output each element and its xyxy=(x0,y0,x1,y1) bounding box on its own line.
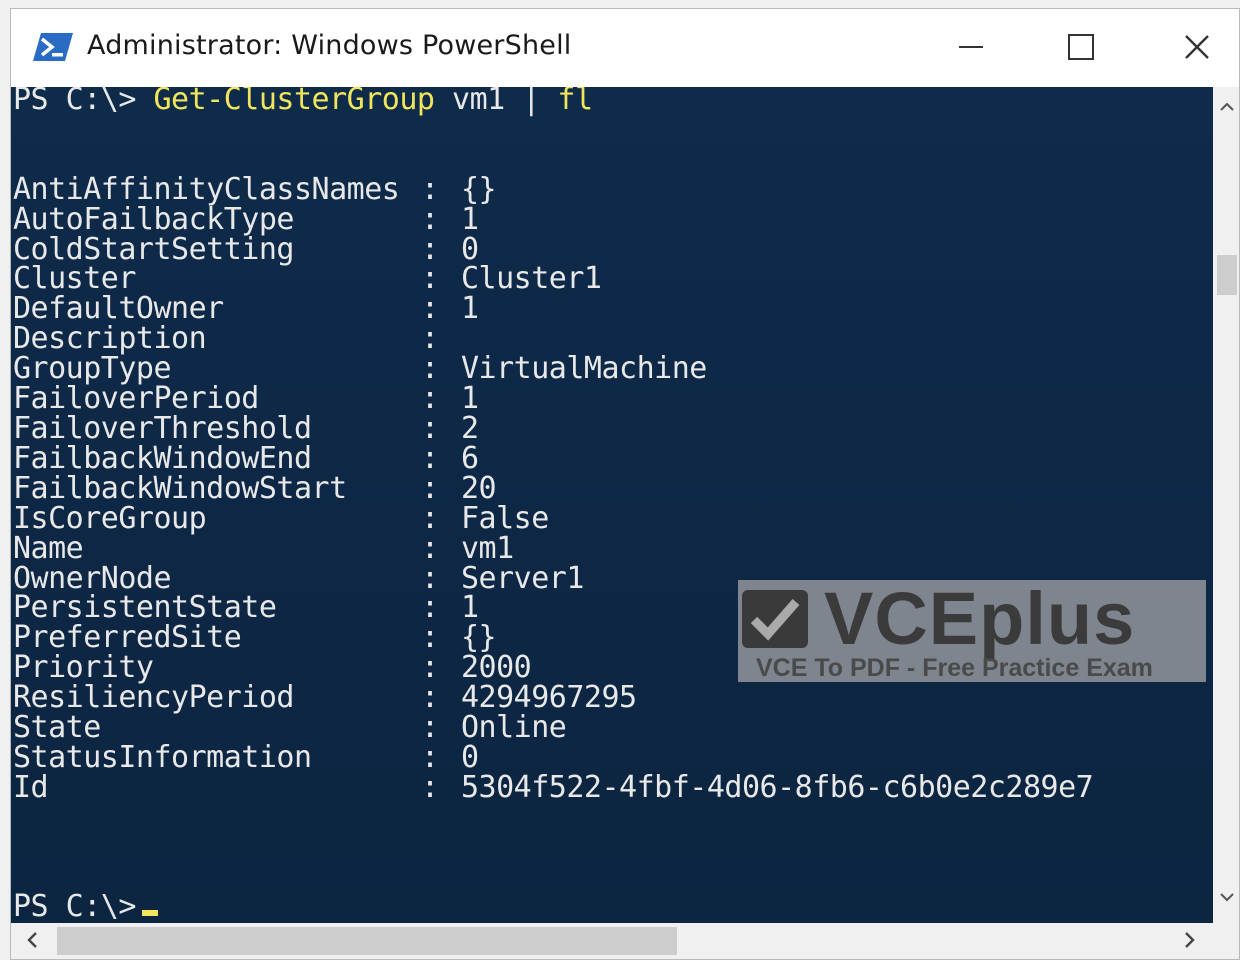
property-key: OwnerNode xyxy=(13,560,172,596)
close-button[interactable] xyxy=(1167,27,1227,67)
property-key: Cluster xyxy=(13,261,136,297)
property-separator: : xyxy=(421,470,439,506)
property-value: VirtualMachine xyxy=(461,351,707,387)
pipe-symbol: | xyxy=(522,87,540,117)
vertical-scroll-thumb[interactable] xyxy=(1217,255,1237,295)
property-separator: : xyxy=(421,769,439,805)
property-row: State: Online xyxy=(13,713,1093,743)
property-row: AntiAffinityClassNames:{} xyxy=(13,171,1093,207)
property-key: AntiAffinityClassNames xyxy=(13,171,400,207)
property-separator: : xyxy=(421,710,439,746)
property-key: ColdStartSetting xyxy=(13,231,294,267)
property-separator: : xyxy=(421,171,439,207)
property-key: FailoverPeriod xyxy=(13,381,259,417)
property-value: 1 xyxy=(461,291,479,327)
window-title: Administrator: Windows PowerShell xyxy=(87,30,572,61)
horizontal-scroll-thumb[interactable] xyxy=(57,927,677,955)
maximize-icon xyxy=(1068,34,1094,60)
powershell-window: Administrator: Windows PowerShell PS C:\… xyxy=(10,8,1240,960)
property-separator: : xyxy=(421,530,439,566)
console-output: PS C:\> Get-ClusterGroup vm1 | fl AntiAf… xyxy=(13,87,1094,922)
title-bar[interactable]: Administrator: Windows PowerShell xyxy=(11,9,1239,85)
chevron-down-icon[interactable] xyxy=(1219,891,1235,903)
watermark-tagline: VCE To PDF - Free Practice Exam xyxy=(756,654,1153,682)
property-value: Cluster1 xyxy=(461,261,602,297)
property-row: IsCoreGroup: False xyxy=(13,500,1093,536)
watermark: VCEplus VCE To PDF - Free Practice Exam xyxy=(738,577,1206,682)
property-key: ResiliencyPeriod xyxy=(13,680,294,716)
property-separator: : xyxy=(421,680,439,716)
property-separator: : xyxy=(421,620,439,656)
property-separator: : xyxy=(421,231,439,267)
property-value: 5304f522-4fbf-4d06-8fb6-c6b0e2c289e7 xyxy=(461,769,1094,805)
command-name: Get-ClusterGroup xyxy=(153,87,435,117)
property-row: FailbackWindowStart:20 xyxy=(13,470,1093,506)
property-separator: : xyxy=(421,381,439,417)
property-row: Cluster: Cluster1 xyxy=(13,264,1093,294)
command-argument: vm1 xyxy=(452,87,505,117)
property-key: Description xyxy=(13,321,207,357)
minimize-button[interactable] xyxy=(941,27,1001,67)
property-key: Name xyxy=(13,530,84,566)
horizontal-scrollbar[interactable] xyxy=(11,923,1239,959)
powershell-icon xyxy=(33,33,73,61)
property-key: FailbackWindowEnd xyxy=(13,440,312,476)
final-prompt-line[interactable]: PS C:\> xyxy=(13,892,1093,922)
property-key: FailbackWindowStart xyxy=(13,470,347,506)
maximize-button[interactable] xyxy=(1051,27,1111,67)
property-separator: : xyxy=(421,590,439,626)
property-key: DefaultOwner xyxy=(13,291,224,327)
property-key: AutoFailbackType xyxy=(13,201,294,237)
property-separator: : xyxy=(421,321,439,357)
vertical-scrollbar[interactable] xyxy=(1213,87,1239,923)
command-pipe-target: fl xyxy=(557,87,593,117)
property-row: Id:5304f522-4fbf-4d06-8fb6-c6b0e2c289e7 xyxy=(13,769,1094,805)
watermark-brand: VCEplus xyxy=(824,577,1136,660)
close-icon xyxy=(1185,35,1209,59)
property-row: FailbackWindowEnd:6 xyxy=(13,440,1093,476)
property-row: Description: xyxy=(13,324,1093,354)
property-separator: : xyxy=(421,201,439,237)
property-row: Name: vm1 xyxy=(13,530,1093,566)
property-separator: : xyxy=(421,440,439,476)
property-key: PreferredSite xyxy=(13,620,242,656)
minimize-icon xyxy=(959,46,983,48)
console-area[interactable]: PS C:\> Get-ClusterGroup vm1 | fl AntiAf… xyxy=(11,87,1213,923)
property-row: DefaultOwner:1 xyxy=(13,294,1093,324)
property-row: ResiliencyPeriod:4294967295 xyxy=(13,683,1093,713)
property-separator: : xyxy=(421,291,439,327)
property-separator: : xyxy=(421,261,439,297)
final-prompt: PS C:\> xyxy=(13,889,136,923)
chevron-right-icon[interactable] xyxy=(1181,929,1197,951)
property-key: GroupType xyxy=(13,351,172,387)
property-separator: : xyxy=(421,739,439,775)
property-key: StatusInformation xyxy=(13,739,312,775)
property-separator: : xyxy=(421,351,439,387)
property-row: GroupType: VirtualMachine xyxy=(13,354,1093,384)
property-key: IsCoreGroup xyxy=(13,500,207,536)
property-separator: : xyxy=(421,500,439,536)
property-separator: : xyxy=(421,650,439,686)
property-list: AntiAffinityClassNames:{} AutoFailbackTyp… xyxy=(13,171,1094,805)
chevron-up-icon[interactable] xyxy=(1219,101,1235,113)
property-key: Id xyxy=(13,769,49,805)
prompt: PS C:\> xyxy=(13,87,136,117)
property-key: PersistentState xyxy=(13,590,277,626)
property-key: FailoverThreshold xyxy=(13,410,312,446)
property-separator: : xyxy=(421,560,439,596)
text-cursor xyxy=(141,910,158,917)
checkmark-icon xyxy=(742,590,808,648)
property-separator: : xyxy=(421,410,439,446)
property-key: State xyxy=(13,710,101,746)
chevron-left-icon[interactable] xyxy=(25,929,41,951)
property-row: FailoverPeriod:1 xyxy=(13,384,1093,414)
command-line: PS C:\> Get-ClusterGroup vm1 | fl xyxy=(13,87,1093,115)
property-row: FailoverThreshold:2 xyxy=(13,410,1093,446)
property-row: ColdStartSetting:0 xyxy=(13,231,1093,267)
property-value: Server1 xyxy=(461,560,584,596)
property-row: StatusInformation:0 xyxy=(13,739,1093,775)
property-key: Priority xyxy=(13,650,154,686)
property-row: AutoFailbackType:1 xyxy=(13,201,1093,237)
